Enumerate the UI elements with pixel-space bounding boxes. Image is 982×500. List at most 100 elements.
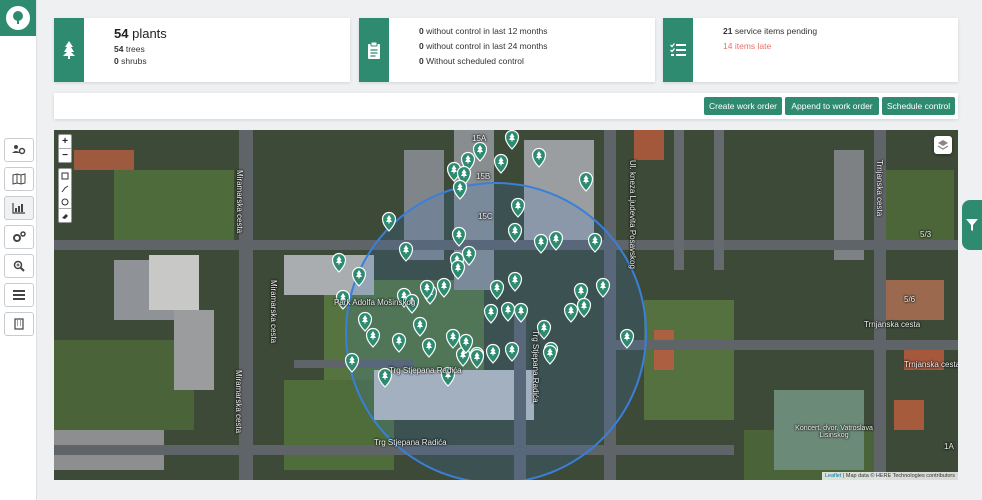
settings-gears-icon <box>13 231 26 242</box>
tree-marker[interactable] <box>472 141 488 162</box>
control-summary-card: 0 without control in last 12 months 0 wi… <box>359 18 655 82</box>
zoom-out-button[interactable]: − <box>59 148 71 162</box>
tree-marker[interactable] <box>461 245 477 266</box>
tree-marker[interactable] <box>493 153 509 174</box>
tree-marker[interactable] <box>469 348 485 369</box>
tree-marker[interactable] <box>507 222 523 243</box>
building-icon <box>14 318 24 330</box>
tree-marker[interactable] <box>451 226 467 247</box>
create-work-order-button[interactable]: Create work order <box>704 97 782 115</box>
satellite-map[interactable]: Miramarska cesta Miramarska cesta Mirama… <box>54 130 958 480</box>
zoom-control: + − <box>58 134 72 163</box>
leaflet-link[interactable]: Leaflet <box>825 473 842 479</box>
tree-marker[interactable] <box>513 302 529 323</box>
building-label-15c: 15C <box>478 212 493 221</box>
nav-statistics[interactable] <box>4 196 34 220</box>
rectangle-icon <box>61 172 69 179</box>
shrubs-label: shrubs <box>121 56 147 66</box>
tree-marker[interactable] <box>619 328 635 349</box>
append-work-order-button[interactable]: Append to work order <box>785 97 879 115</box>
checklist-icon <box>670 43 686 56</box>
tree-marker[interactable] <box>351 266 367 287</box>
tree-marker[interactable] <box>489 279 505 300</box>
tree-marker[interactable] <box>587 232 603 253</box>
zoom-in-button[interactable]: + <box>59 135 71 148</box>
tree-marker[interactable] <box>504 341 520 362</box>
polyline-icon <box>61 185 69 192</box>
street-label-stjepana-3: Trg Stjepana Radića <box>531 330 540 403</box>
eraser-icon <box>62 213 68 219</box>
tree-marker[interactable] <box>365 327 381 348</box>
tree-marker[interactable] <box>533 233 549 254</box>
tree-marker[interactable] <box>391 332 407 353</box>
tree-marker[interactable] <box>563 302 579 323</box>
building-label-15a: 15A <box>472 134 487 143</box>
plants-summary-card: 54 plants 54 trees 0 shrubs <box>54 18 350 82</box>
tree-marker[interactable] <box>510 197 526 218</box>
nav-search[interactable] <box>4 254 34 278</box>
control-12m-count: 0 <box>419 26 424 36</box>
street-label-miramarska-3: Miramarska cesta <box>234 370 243 434</box>
nav-list[interactable] <box>4 283 34 307</box>
tree-marker[interactable] <box>331 252 347 273</box>
map-icon <box>12 173 26 185</box>
layers-icon <box>937 140 949 150</box>
tree-marker[interactable] <box>483 303 499 324</box>
layers-button[interactable] <box>934 136 952 154</box>
draw-polyline-button[interactable] <box>59 182 71 195</box>
tree-marker[interactable] <box>436 277 452 298</box>
tree-marker[interactable] <box>542 344 558 365</box>
tree-marker[interactable] <box>357 311 373 332</box>
draw-toolbar <box>58 168 72 223</box>
tree-marker[interactable] <box>504 130 520 150</box>
draw-rectangle-button[interactable] <box>59 169 71 182</box>
building-label-1a: 1A <box>944 442 954 451</box>
tree-marker[interactable] <box>507 271 523 292</box>
shrubs-count: 0 <box>114 56 119 66</box>
tree-marker[interactable] <box>445 328 461 349</box>
tree-marker[interactable] <box>548 230 564 251</box>
app-logo[interactable] <box>0 0 36 36</box>
tree-marker[interactable] <box>531 147 547 168</box>
eraser-button[interactable] <box>59 208 71 222</box>
attribution-text: | Map data © HERE Technologies contribut… <box>841 473 955 479</box>
draw-circle-button[interactable] <box>59 195 71 208</box>
street-label-kneza: Ul. kneza Ljudevita Posavskog <box>628 160 637 269</box>
control-24m-label: without control in last 24 months <box>426 41 548 51</box>
tree-marker[interactable] <box>595 277 611 298</box>
tree-marker[interactable] <box>398 241 414 262</box>
nav-map[interactable] <box>4 167 34 191</box>
venue-label-koncert: Koncert. dvor. Vatroslava Lisinskog <box>795 425 873 439</box>
tree-marker[interactable] <box>500 301 516 322</box>
tree-marker[interactable] <box>485 343 501 364</box>
tree-marker[interactable] <box>381 211 397 232</box>
users-gear-icon <box>12 145 26 155</box>
map-attribution: Leaflet | Map data © HERE Technologies c… <box>821 472 958 480</box>
trees-label: trees <box>125 44 145 54</box>
tree-marker[interactable] <box>450 259 466 280</box>
nav-buildings[interactable] <box>4 312 34 336</box>
schedule-control-button[interactable]: Schedule control <box>882 97 955 115</box>
tree-marker[interactable] <box>412 316 428 337</box>
clipboard-icon <box>368 41 380 59</box>
sidebar <box>0 0 37 500</box>
chart-icon <box>12 203 25 214</box>
nav-settings[interactable] <box>4 225 34 249</box>
street-label-trnjanska-2: Trnjanska cesta <box>904 360 958 369</box>
tree-marker[interactable] <box>578 171 594 192</box>
control-24m-count: 0 <box>419 41 424 51</box>
street-label-stjepana-2: Trg Stjepana Radića <box>374 438 447 447</box>
tree-marker[interactable] <box>452 179 468 200</box>
service-pending-label: service items pending <box>734 26 818 36</box>
building-label-5-3: 5/3 <box>920 230 932 239</box>
filter-panel-toggle[interactable] <box>962 200 982 250</box>
unscheduled-label: Without scheduled control <box>426 56 524 66</box>
street-label-miramarska-2: Miramarska cesta <box>269 280 278 344</box>
list-icon <box>13 290 25 300</box>
tree-marker[interactable] <box>344 352 360 373</box>
building-label-15b: 15B <box>476 172 491 181</box>
tree-marker[interactable] <box>421 337 437 358</box>
trees-count: 54 <box>114 44 124 54</box>
nav-users[interactable] <box>4 138 34 162</box>
tree-marker[interactable] <box>576 297 592 318</box>
